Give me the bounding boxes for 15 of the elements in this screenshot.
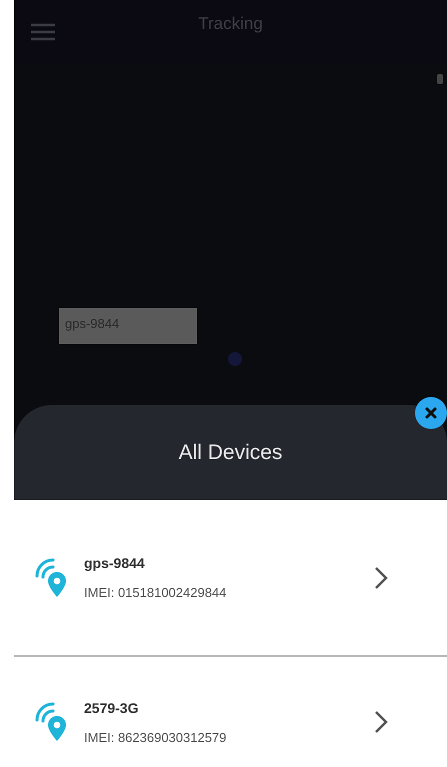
device-row[interactable]: gps-9844 IMEI: 015181002429844: [14, 500, 447, 655]
close-icon: [425, 407, 437, 419]
sheet-title: All Devices: [178, 440, 282, 464]
device-row[interactable]: 2579-3G IMEI: 862369030312579: [14, 655, 447, 767]
device-imei: IMEI: 015181002429844: [84, 585, 228, 600]
device-imei: IMEI: 862369030312579: [84, 730, 228, 744]
signal-pin-icon: [34, 558, 68, 598]
device-name: 2579-3G: [84, 700, 140, 716]
device-name: gps-9844: [84, 555, 146, 571]
scroll-indicator: [437, 74, 443, 84]
signal-pin-icon: [34, 702, 68, 742]
chevron-right-icon: [374, 710, 388, 734]
location-dot-icon: [228, 352, 242, 366]
close-button[interactable]: [415, 397, 447, 429]
chevron-right-icon: [374, 566, 388, 590]
